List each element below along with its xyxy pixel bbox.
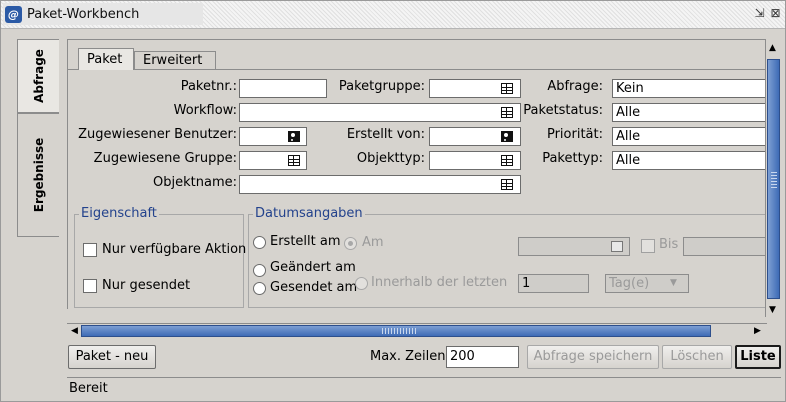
datumsangaben-title: Datumsangaben (253, 206, 365, 221)
gesendet-am-label: Gesendet am (270, 280, 358, 295)
user-picker-icon[interactable] (501, 131, 513, 142)
status-text: Bereit (69, 381, 108, 396)
horizontal-scroll-thumb[interactable] (81, 325, 711, 337)
erstellt-am-label: Erstellt am (270, 234, 341, 249)
erstellt-am-radio[interactable] (253, 236, 266, 249)
am-label: Am (362, 235, 384, 250)
nur-verfuegbare-checkbox[interactable] (83, 243, 97, 257)
eigenschaft-title: Eigenschaft (79, 206, 159, 221)
workflow-label: Workflow: (173, 103, 237, 118)
liste-button[interactable]: Liste (735, 345, 781, 369)
nur-gesendet-label: Nur gesendet (102, 278, 191, 293)
paket-neu-button[interactable]: Paket - neu (68, 345, 156, 369)
prioritaet-label: Priorität: (546, 127, 603, 142)
horizontal-scrollbar[interactable]: ◀ ▶ (67, 323, 767, 337)
paketgruppe-label: Paketgruppe: (338, 79, 425, 94)
vertical-scrollbar[interactable]: ▲ ▼ (765, 39, 780, 317)
scroll-left-icon[interactable]: ◀ (68, 324, 81, 338)
geaendert-am-radio[interactable] (253, 264, 266, 277)
scroll-down-icon[interactable]: ▼ (766, 303, 779, 317)
innerhalb-radio[interactable] (355, 277, 368, 290)
scroll-up-icon[interactable]: ▲ (766, 41, 779, 55)
objekttyp-label: Objekttyp: (356, 151, 425, 166)
eigenschaft-group: Eigenschaft Nur verfügbare Aktion Nur ge… (74, 206, 247, 308)
paketstatus-select[interactable]: Alle (612, 103, 768, 122)
window-title: Paket-Workbench (27, 7, 144, 22)
query-panel: Paket Erweitert Paketnr.: Paketgruppe: A… (67, 39, 769, 309)
max-zeilen-field[interactable]: 200 (446, 346, 519, 368)
einheit-select[interactable]: Tag(e) ▼ (605, 274, 689, 293)
abfrage-speichern-button[interactable]: Abfrage speichern (527, 345, 659, 369)
tab-erweitert[interactable]: Erweitert (134, 51, 216, 70)
bis-label: Bis (659, 237, 679, 252)
grid-picker-icon[interactable] (501, 179, 513, 190)
zugewiesener-benutzer-label: Zugewiesener Benutzer: (78, 127, 237, 142)
max-zeilen-label: Max. Zeilen (370, 349, 446, 364)
pakettyp-select[interactable]: Alle (612, 151, 768, 170)
abfrage-select[interactable]: Kein (612, 79, 768, 98)
paketstatus-label: Paketstatus: (523, 103, 603, 118)
loeschen-button[interactable]: Löschen (662, 345, 732, 369)
abfrage-label: Abfrage: (547, 79, 603, 94)
gesendet-am-radio[interactable] (253, 282, 266, 295)
innerhalb-label: Innerhalb der letzten (371, 275, 508, 290)
restore-icon[interactable]: ⇲ (753, 7, 766, 20)
bis-date-field[interactable] (683, 237, 769, 256)
innerhalb-value-field[interactable]: 1 (518, 274, 589, 293)
workflow-picker-icon[interactable] (501, 107, 513, 118)
side-tab-ergebnisse-label: Ergebnisse (31, 137, 46, 213)
close-icon[interactable]: ⊠ (769, 7, 782, 20)
vertical-scroll-thumb[interactable] (767, 59, 780, 299)
paketnr-field[interactable] (239, 79, 327, 98)
am-radio[interactable] (344, 237, 357, 250)
status-bar: Bereit (67, 377, 781, 398)
title-bar[interactable]: @ Paket-Workbench ⇲ ⊠ (1, 1, 785, 29)
paket-workbench-window: @ Paket-Workbench ⇲ ⊠ Abfrage Ergebnisse… (0, 0, 786, 402)
objektname-field[interactable] (239, 175, 521, 194)
tab-paket[interactable]: Paket (78, 48, 134, 70)
grid-picker-icon[interactable] (288, 155, 300, 166)
user-picker-icon[interactable] (288, 131, 300, 142)
app-logo-icon: @ (5, 6, 22, 23)
workflow-field[interactable] (239, 103, 521, 122)
side-tab-abfrage-label: Abfrage (31, 49, 46, 103)
objektname-label: Objektname: (153, 175, 237, 190)
erstellt-von-label: Erstellt von: (346, 127, 425, 142)
chevron-down-icon: ▼ (670, 278, 677, 288)
scroll-right-icon[interactable]: ▶ (751, 324, 764, 338)
pakettyp-label: Pakettyp: (542, 151, 603, 166)
side-tab-ergebnisse[interactable]: Ergebnisse (17, 113, 59, 237)
prioritaet-select[interactable]: Alle (612, 127, 768, 146)
nur-gesendet-checkbox[interactable] (83, 279, 97, 293)
datumsangaben-group: Datumsangaben Erstellt am Geändert am Ge… (248, 206, 769, 308)
calendar-icon[interactable] (611, 241, 623, 252)
side-tab-abfrage[interactable]: Abfrage (17, 39, 59, 113)
nur-verfuegbare-label: Nur verfügbare Aktion (102, 242, 247, 257)
grid-picker-icon[interactable] (501, 155, 513, 166)
paketnr-label: Paketnr.: (180, 79, 237, 94)
paketgruppe-picker-icon[interactable] (501, 83, 513, 94)
geaendert-am-label: Geändert am (270, 260, 356, 275)
zugewiesene-gruppe-label: Zugewiesene Gruppe: (93, 151, 237, 166)
bis-checkbox[interactable] (641, 239, 655, 253)
